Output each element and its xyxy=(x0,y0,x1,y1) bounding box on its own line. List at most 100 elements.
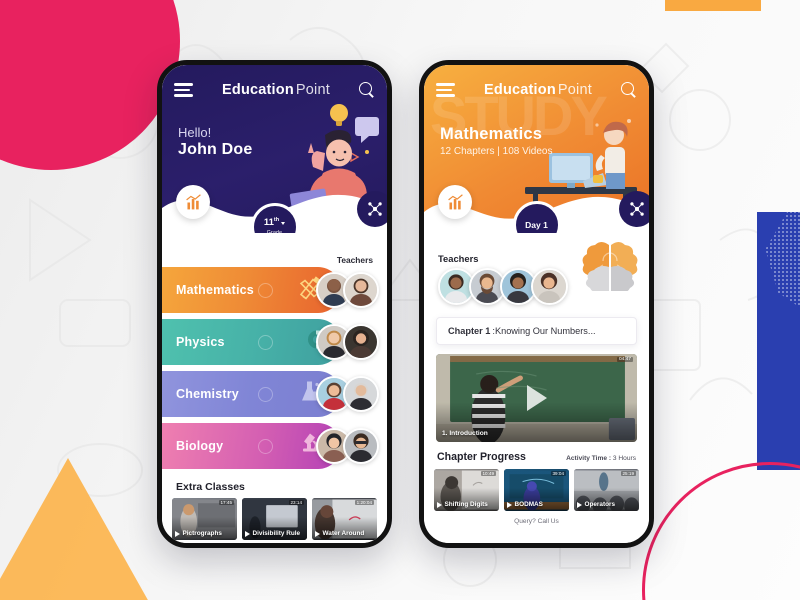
home-body: Teachers Mathematics Physics Chemistry B… xyxy=(162,233,387,543)
activity-time: Activity Time : 3 Hours xyxy=(566,455,636,462)
avatar[interactable] xyxy=(343,376,379,412)
subject-title: Mathematics xyxy=(440,125,543,143)
subject-card-chemistry[interactable]: Chemistry xyxy=(162,371,341,417)
tutor-avatars xyxy=(316,376,387,412)
chapter-selector[interactable]: Chapter 1 : Knowing Our Numbers... xyxy=(436,317,637,345)
grade-number: 11th xyxy=(263,217,286,229)
video-player[interactable]: 04:47 1. Introduction xyxy=(436,354,637,442)
menu-icon[interactable] xyxy=(174,83,193,97)
subject-row: Biology xyxy=(162,423,387,469)
subject-card-physics[interactable]: Physics xyxy=(162,319,341,365)
avatar[interactable] xyxy=(531,268,568,305)
video-title: Pictrographs xyxy=(182,530,222,537)
phone-mockup-home: Education Point Hello! John Doe 11th Gra… xyxy=(157,60,392,548)
grade-value: 11 xyxy=(263,217,274,229)
subject-card-biology[interactable]: Biology xyxy=(162,423,341,469)
player-title: 1. Introduction xyxy=(442,430,488,437)
play-icon xyxy=(437,501,442,508)
progress-title: Chapter Progress xyxy=(437,451,526,463)
decorative-backdrop xyxy=(0,0,800,600)
grade-suffix: th xyxy=(273,217,280,224)
subject-name: Chemistry xyxy=(176,387,239,401)
activity-time-label: Activity Time : xyxy=(566,455,613,462)
subject-name: Physics xyxy=(176,335,225,349)
brain-icon xyxy=(582,242,638,291)
video-title: Shifting Digits xyxy=(444,501,488,508)
avatar[interactable] xyxy=(343,324,379,360)
deco-orange-triangle xyxy=(0,458,158,600)
chapter-videos-list: 10:49 Shifting Digits 39:04 BODMAS 25:19… xyxy=(424,469,649,511)
chapter-title: Knowing Our Numbers... xyxy=(494,326,596,336)
play-icon xyxy=(245,530,250,537)
video-footer: BODMAS xyxy=(507,501,543,508)
video-card[interactable]: 17:45 Pictrographs xyxy=(172,498,237,540)
user-name: John Doe xyxy=(178,141,253,158)
video-footer: Water Around xyxy=(315,530,364,537)
detail-hero: STUDY Education Point Mathematics 12 Cha… xyxy=(424,65,649,233)
decor-ring xyxy=(258,335,273,350)
subject-row: Chemistry xyxy=(162,371,387,417)
subject-card-mathematics[interactable]: Mathematics xyxy=(162,267,341,313)
stats-chart-icon[interactable] xyxy=(438,185,472,219)
play-icon xyxy=(175,530,180,537)
subject-name: Biology xyxy=(176,439,224,453)
video-card[interactable]: 39:04 BODMAS xyxy=(504,469,569,511)
video-title: BODMAS xyxy=(514,501,543,508)
subject-name: Mathematics xyxy=(176,283,254,297)
video-card[interactable]: 23:14 Divisibility Rule xyxy=(242,498,307,540)
play-icon xyxy=(507,501,512,508)
video-footer: Divisibility Rule xyxy=(245,530,300,537)
menu-icon[interactable] xyxy=(436,83,455,97)
play-icon xyxy=(315,530,320,537)
chapter-progress-header: Chapter Progress Activity Time : 3 Hours xyxy=(424,442,649,469)
phone-mockup-detail: STUDY Education Point Mathematics 12 Cha… xyxy=(419,60,654,548)
subject-meta: 12 Chapters | 108 Videos xyxy=(440,146,553,157)
video-footer: Shifting Digits xyxy=(437,501,488,508)
video-card[interactable]: 10:49 Shifting Digits xyxy=(434,469,499,511)
extra-classes-caption: Extra Classes xyxy=(176,481,245,493)
tutor-avatars xyxy=(316,428,387,464)
video-title: Water Around xyxy=(322,530,365,537)
video-card[interactable]: 25:19 Operators xyxy=(574,469,639,511)
network-node-icon[interactable] xyxy=(619,191,649,227)
video-duration: 10:49 xyxy=(480,471,496,476)
chapter-label: Chapter 1 xyxy=(448,326,491,336)
player-duration: 04:47 xyxy=(616,357,633,362)
detail-screen: STUDY Education Point Mathematics 12 Cha… xyxy=(424,65,649,543)
video-duration: 17:45 xyxy=(218,500,234,505)
video-footer: Pictrographs xyxy=(175,530,222,537)
decor-ring xyxy=(258,387,273,402)
video-duration: 1:20:04 xyxy=(354,500,374,505)
support-link[interactable]: Query? Call Us xyxy=(424,511,649,525)
video-card[interactable]: 1:20:04 Water Around xyxy=(312,498,377,540)
home-screen: Education Point Hello! John Doe 11th Gra… xyxy=(162,65,387,543)
avatar[interactable] xyxy=(343,272,379,308)
chevron-down-icon xyxy=(281,221,286,225)
stats-chart-icon[interactable] xyxy=(176,185,210,219)
play-icon xyxy=(577,501,582,508)
greeting-text: Hello! xyxy=(178,125,212,140)
home-hero: Education Point Hello! John Doe 11th Gra… xyxy=(162,65,387,233)
detail-body: Teachers Chapter 1 : Knowing Our Numbers… xyxy=(424,233,649,525)
play-icon[interactable] xyxy=(526,385,547,411)
tutor-avatars xyxy=(316,324,387,360)
extra-classes-list: 17:45 Pictrographs 23:14 Divisibility Ru… xyxy=(162,498,387,540)
decor-ring xyxy=(258,283,273,298)
video-footer: Operators xyxy=(577,501,615,508)
detail-title-block: Mathematics 12 Chapters | 108 Videos xyxy=(440,125,553,157)
decor-ring xyxy=(258,439,273,454)
deco-blue-rectangle xyxy=(757,212,800,470)
video-duration: 39:04 xyxy=(550,471,566,476)
subject-row: Mathematics xyxy=(162,267,387,313)
video-title: Operators xyxy=(584,501,616,508)
network-node-icon[interactable] xyxy=(357,191,387,227)
grade-label: Grade xyxy=(266,229,283,233)
teachers-caption: Teachers xyxy=(336,255,373,265)
avatar[interactable] xyxy=(343,428,379,464)
home-greeting-block: Hello! John Doe xyxy=(178,125,253,159)
video-duration: 23:14 xyxy=(288,500,304,505)
deco-orange-bar xyxy=(665,0,761,11)
activity-time-value: 3 Hours xyxy=(612,455,636,462)
video-duration: 25:19 xyxy=(620,471,636,476)
support-link[interactable]: Query? Call Us xyxy=(162,540,387,543)
